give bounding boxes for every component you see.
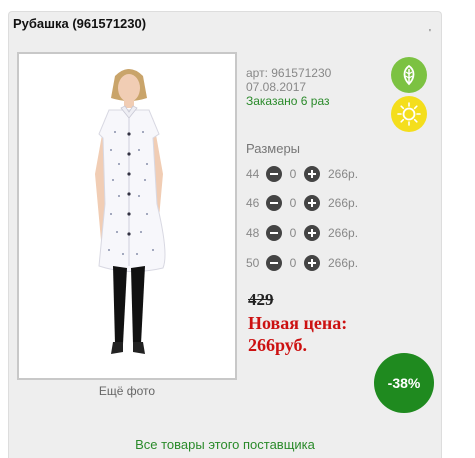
size-row: 46 0 266р. <box>246 195 358 211</box>
size-row: 50 0 266р. <box>246 255 358 271</box>
product-title: Рубашка (961571230) <box>13 16 147 31</box>
plus-icon[interactable] <box>304 195 320 211</box>
size-price: 266р. <box>328 256 359 270</box>
product-photo[interactable] <box>17 52 237 380</box>
size-price: 266р. <box>328 167 359 181</box>
plus-icon[interactable] <box>304 255 320 271</box>
new-price-value: 266руб. <box>248 335 308 355</box>
plus-icon[interactable] <box>304 225 320 241</box>
size-label: 44 <box>246 167 260 181</box>
more-photos-link[interactable]: Ещё фото <box>17 384 237 398</box>
minus-icon[interactable] <box>266 166 282 182</box>
product-date: 07.08.2017 <box>246 80 307 94</box>
minus-icon[interactable] <box>266 255 282 271</box>
size-quantity: 0 <box>289 256 297 270</box>
leaf-icon <box>391 57 427 93</box>
new-price-label: Новая цена: <box>248 313 348 333</box>
size-label: 48 <box>246 226 260 240</box>
size-price: 266р. <box>328 196 359 210</box>
size-label: 50 <box>246 256 260 270</box>
corner-mark: ' <box>429 28 431 39</box>
supplier-goods-link[interactable]: Все товары этого поставщика <box>8 437 442 452</box>
size-quantity: 0 <box>289 167 297 181</box>
discount-badge: -38% <box>374 353 434 413</box>
size-quantity: 0 <box>289 196 297 210</box>
size-label: 46 <box>246 196 260 210</box>
size-quantity: 0 <box>289 226 297 240</box>
sizes-heading: Размеры <box>246 141 301 156</box>
old-price: 429 <box>248 290 274 309</box>
plus-icon[interactable] <box>304 166 320 182</box>
size-row: 44 0 266р. <box>246 166 358 182</box>
size-row: 48 0 266р. <box>246 225 358 241</box>
ordered-count: Заказано 6 раз <box>246 94 330 108</box>
minus-icon[interactable] <box>266 225 282 241</box>
model-photo-illustration <box>19 54 235 378</box>
sun-icon <box>391 96 427 132</box>
product-info: арт: 961571230 07.08.2017 Заказано 6 раз <box>246 66 331 108</box>
size-price: 266р. <box>328 226 359 240</box>
new-price-block: Новая цена: 266руб. <box>248 312 388 356</box>
minus-icon[interactable] <box>266 195 282 211</box>
article-number: арт: 961571230 <box>246 66 332 80</box>
